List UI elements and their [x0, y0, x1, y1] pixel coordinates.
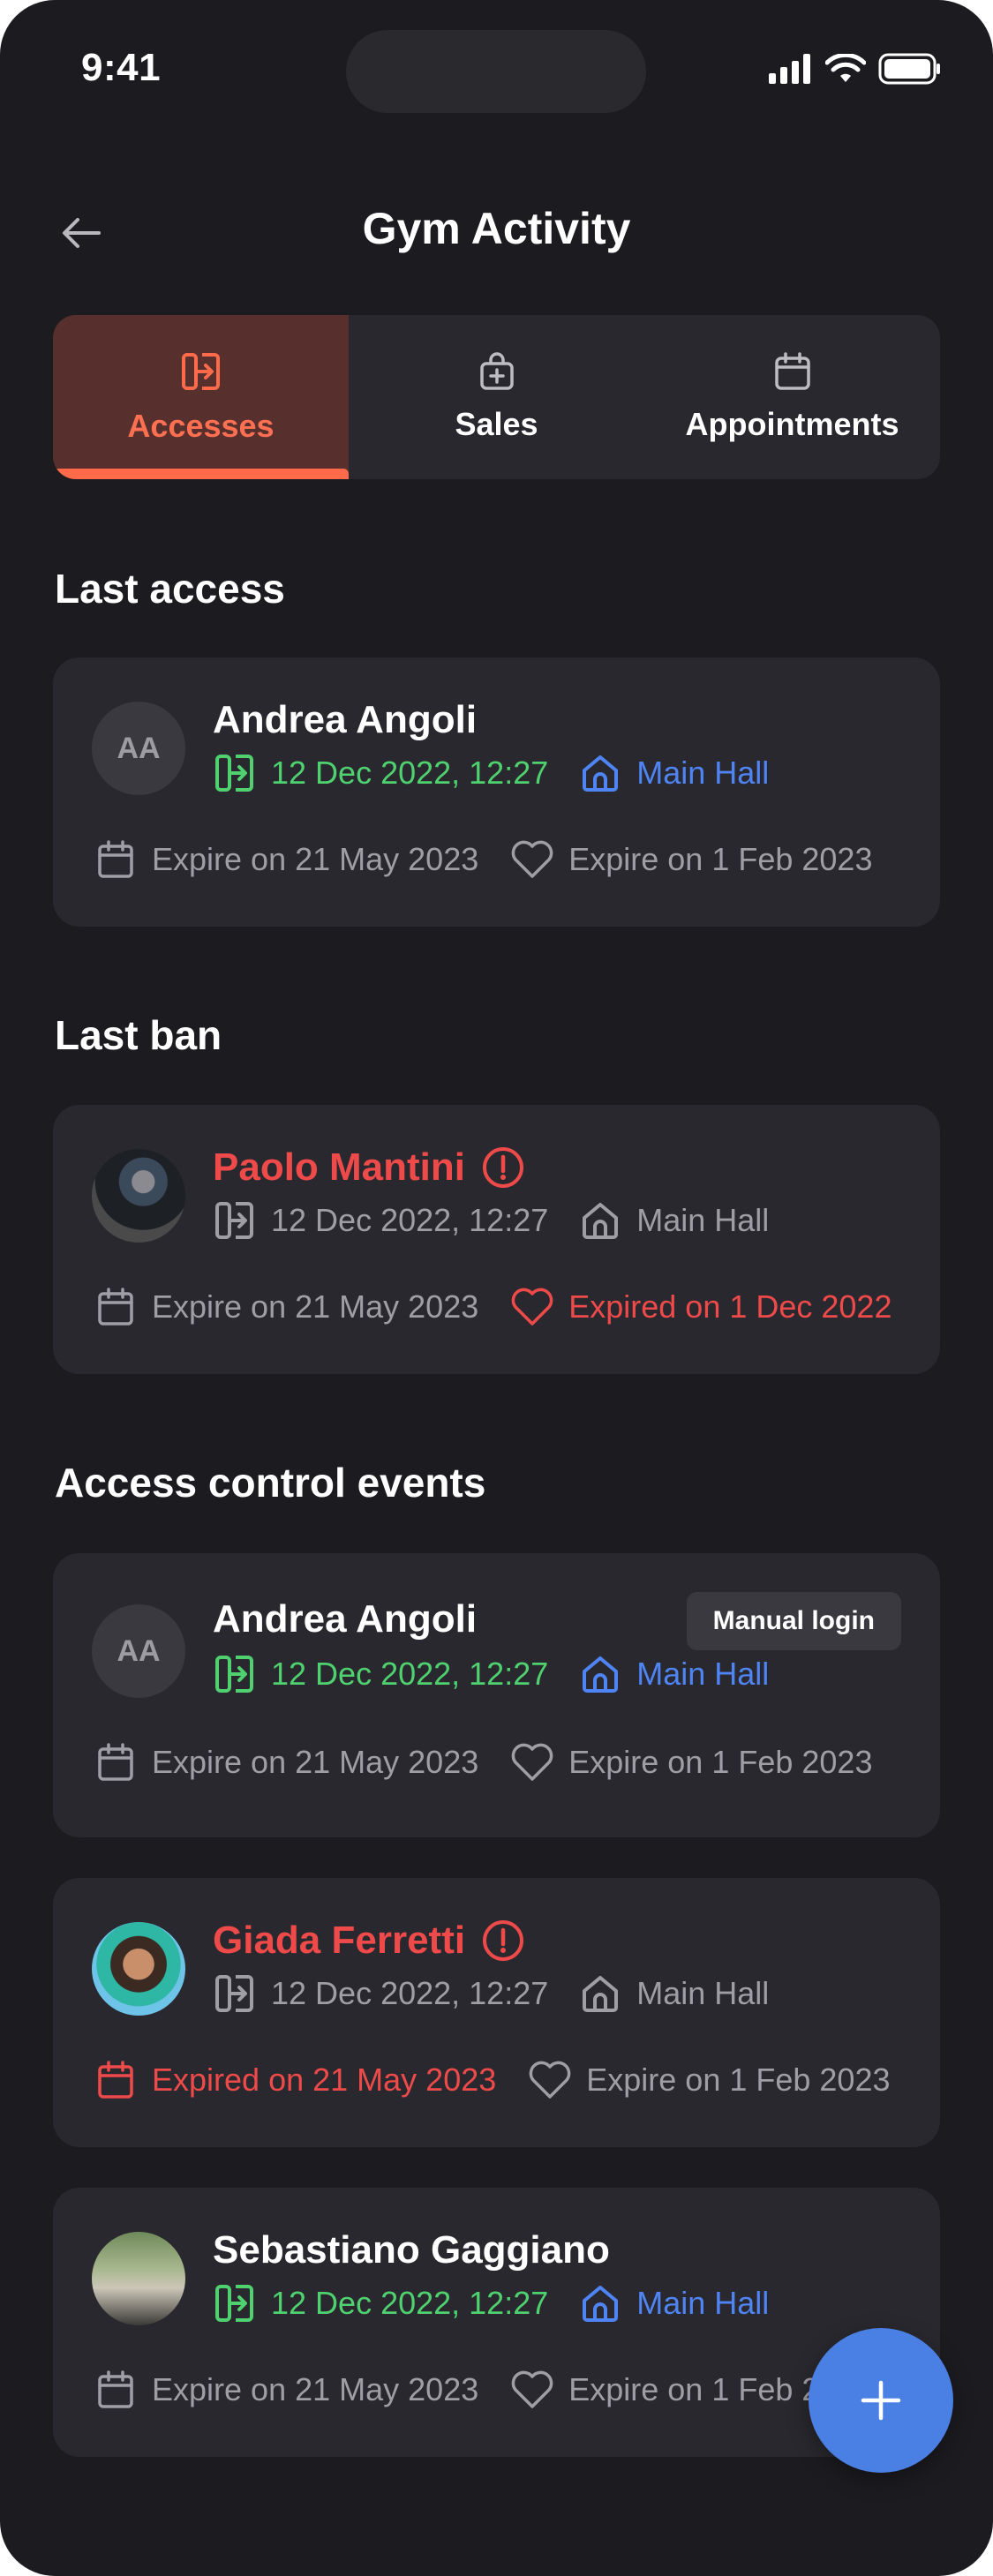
- home-icon: [578, 751, 622, 795]
- tab-accesses[interactable]: Accesses: [53, 315, 349, 479]
- heart-icon: [510, 1285, 554, 1329]
- calendar-icon: [94, 1740, 138, 1784]
- expire-row: Expire on 21 May 2023 Expire on 1 Feb 20…: [94, 2368, 872, 2412]
- member-name: Paolo Mantini: [213, 1145, 525, 1190]
- heart-icon: [510, 1740, 554, 1784]
- member-name-text: Andrea Angoli: [213, 1597, 478, 1641]
- access-in-icon: [213, 1652, 257, 1696]
- membership-expire: Expire on 21 May 2023: [152, 841, 479, 877]
- access-meta: 12 Dec 2022, 12:27 Main Hall: [213, 751, 769, 795]
- tab-label: Sales: [455, 406, 538, 442]
- access-in-icon: [213, 2281, 257, 2325]
- add-button[interactable]: [809, 2328, 953, 2473]
- last-ban-card[interactable]: Paolo Mantini 12 Dec 2022, 12:27 Main Ha…: [53, 1105, 940, 1374]
- calendar-icon: [94, 837, 138, 882]
- expire-row: Expired on 21 May 2023 Expire on 1 Feb 2…: [94, 2058, 891, 2102]
- access-location: Main Hall: [636, 1202, 770, 1238]
- avatar-initials: AA: [117, 1633, 161, 1668]
- access-location: Main Hall: [636, 1656, 770, 1692]
- heart-icon: [528, 2058, 572, 2102]
- avatar: AA: [92, 1604, 185, 1698]
- tab-label: Appointments: [685, 406, 899, 442]
- calendar-icon: [774, 352, 810, 390]
- access-meta: 12 Dec 2022, 12:27 Main Hall: [213, 1652, 769, 1696]
- event-card[interactable]: Sebastiano Gaggiano 12 Dec 2022, 12:27 M…: [53, 2188, 940, 2457]
- membership-expire: Expired on 21 May 2023: [152, 2062, 497, 2098]
- expire-row: Expire on 21 May 2023 Expire on 1 Feb 20…: [94, 837, 872, 882]
- home-icon: [578, 1971, 622, 2016]
- section-title-events: Access control events: [55, 1460, 486, 1506]
- avatar-initials: AA: [117, 731, 161, 765]
- section-title-last-ban: Last ban: [55, 1012, 222, 1058]
- access-datetime: 12 Dec 2022, 12:27: [271, 755, 549, 791]
- avatar-photo: [92, 1922, 185, 2016]
- phone-screen: 9:41 Gym Activity Accesses Sales Appoint…: [0, 0, 993, 2576]
- heart-icon: [510, 2368, 554, 2412]
- page-title: Gym Activity: [362, 204, 631, 253]
- access-location: Main Hall: [636, 1975, 770, 2011]
- member-name: Giada Ferretti: [213, 1919, 525, 1963]
- home-icon: [578, 2281, 622, 2325]
- event-card[interactable]: AA Andrea Angoli Manual login 12 Dec 202…: [53, 1553, 940, 1837]
- access-in-icon: [213, 1971, 257, 2016]
- warning-icon: [483, 1920, 524, 1961]
- access-meta: 12 Dec 2022, 12:27 Main Hall: [213, 2281, 769, 2325]
- tab-bar: Accesses Sales Appointments: [53, 315, 940, 479]
- access-location: Main Hall: [636, 755, 770, 791]
- medical-expire: Expired on 1 Dec 2022: [568, 1288, 892, 1325]
- status-bar: 9:41: [0, 0, 993, 132]
- medical-expire: Expire on 1 Feb 2023: [586, 2062, 891, 2098]
- membership-expire: Expire on 21 May 2023: [152, 1288, 479, 1325]
- header: Gym Activity: [0, 194, 993, 265]
- tab-label: Accesses: [127, 408, 275, 444]
- expire-row: Expire on 21 May 2023 Expire on 1 Feb 20…: [94, 1740, 872, 1784]
- avatar-photo: [92, 1149, 185, 1243]
- member-name: Andrea Angoli: [213, 698, 477, 742]
- tab-appointments[interactable]: Appointments: [644, 315, 940, 479]
- member-name-text: Giada Ferretti: [213, 1919, 466, 1962]
- wifi-icon: [825, 54, 866, 82]
- plus-icon: [861, 2380, 901, 2421]
- shopping-bag-plus-icon: [479, 352, 514, 390]
- event-card[interactable]: Giada Ferretti 12 Dec 2022, 12:27 Main H…: [53, 1878, 940, 2147]
- warning-icon: [483, 1147, 523, 1188]
- calendar-icon: [94, 2368, 138, 2412]
- access-in-icon: [213, 1198, 257, 1243]
- access-in-icon: [213, 751, 257, 795]
- access-datetime: 12 Dec 2022, 12:27: [271, 1202, 549, 1238]
- medical-expire: Expire on 1 Feb 2023: [568, 1744, 873, 1780]
- medical-expire: Expire on 1 Feb 2023: [568, 841, 873, 877]
- calendar-icon: [94, 2058, 138, 2102]
- calendar-icon: [94, 1285, 138, 1329]
- access-location: Main Hall: [636, 2285, 770, 2321]
- member-name: Sebastiano Gaggiano: [213, 2228, 610, 2272]
- member-name-text: Sebastiano Gaggiano: [213, 2228, 610, 2272]
- signal-icon: [769, 54, 810, 84]
- home-icon: [578, 1198, 622, 1243]
- status-time: 9:41: [81, 46, 162, 89]
- access-datetime: 12 Dec 2022, 12:27: [271, 2285, 549, 2321]
- member-name: Andrea Angoli: [213, 1597, 477, 1641]
- status-icons: [769, 53, 942, 85]
- membership-expire: Expire on 21 May 2023: [152, 2371, 479, 2407]
- manual-login-badge: Manual login: [686, 1592, 901, 1650]
- expire-row: Expire on 21 May 2023 Expired on 1 Dec 2…: [94, 1285, 891, 1329]
- heart-icon: [510, 837, 554, 882]
- section-title-last-access: Last access: [55, 566, 285, 612]
- access-datetime: 12 Dec 2022, 12:27: [271, 1975, 549, 2011]
- home-icon: [578, 1652, 622, 1696]
- membership-expire: Expire on 21 May 2023: [152, 1744, 479, 1780]
- last-access-card[interactable]: AA Andrea Angoli 12 Dec 2022, 12:27 Main…: [53, 657, 940, 927]
- access-datetime: 12 Dec 2022, 12:27: [271, 1656, 549, 1692]
- member-name-text: Andrea Angoli: [213, 698, 478, 741]
- dynamic-island: [346, 30, 646, 113]
- member-name-text: Paolo Mantini: [213, 1145, 465, 1189]
- battery-icon: [878, 53, 940, 85]
- avatar-photo: [92, 2232, 185, 2325]
- tab-sales[interactable]: Sales: [349, 315, 644, 479]
- access-door-icon: [181, 353, 220, 390]
- access-meta: 12 Dec 2022, 12:27 Main Hall: [213, 1971, 769, 2016]
- avatar: AA: [92, 702, 185, 795]
- access-meta: 12 Dec 2022, 12:27 Main Hall: [213, 1198, 769, 1243]
